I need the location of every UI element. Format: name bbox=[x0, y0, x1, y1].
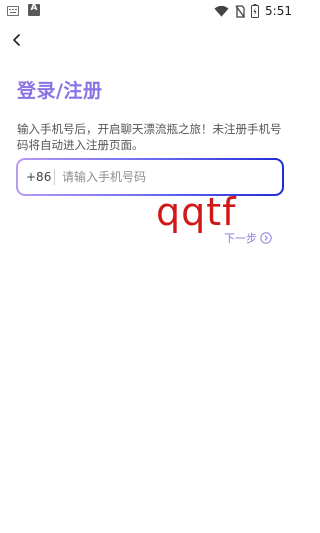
battery-icon bbox=[251, 4, 260, 18]
chevron-left-icon bbox=[13, 34, 20, 46]
no-sim-icon bbox=[235, 4, 246, 18]
phone-input-container: +86 bbox=[16, 158, 284, 196]
keyboard-icon bbox=[7, 4, 19, 16]
page-title: 登录/注册 bbox=[17, 80, 103, 102]
status-time: 5:51 bbox=[265, 4, 292, 18]
next-step-label: 下一步 bbox=[224, 232, 257, 245]
wifi-icon bbox=[214, 5, 229, 17]
watermark-text: qqtf bbox=[156, 190, 237, 234]
chevron-right-circle-icon bbox=[260, 232, 272, 244]
input-divider bbox=[54, 169, 55, 185]
next-step-button[interactable]: 下一步 bbox=[224, 230, 272, 246]
phone-input[interactable] bbox=[62, 166, 267, 188]
country-code[interactable]: +86 bbox=[26, 170, 51, 184]
back-button[interactable] bbox=[8, 28, 28, 52]
status-bar: A 5:51 bbox=[0, 0, 300, 22]
a-icon: A bbox=[28, 3, 40, 16]
page-description: 输入手机号后，开启聊天漂流瓶之旅！未注册手机号码将自动进入注册页面。 bbox=[17, 122, 282, 152]
